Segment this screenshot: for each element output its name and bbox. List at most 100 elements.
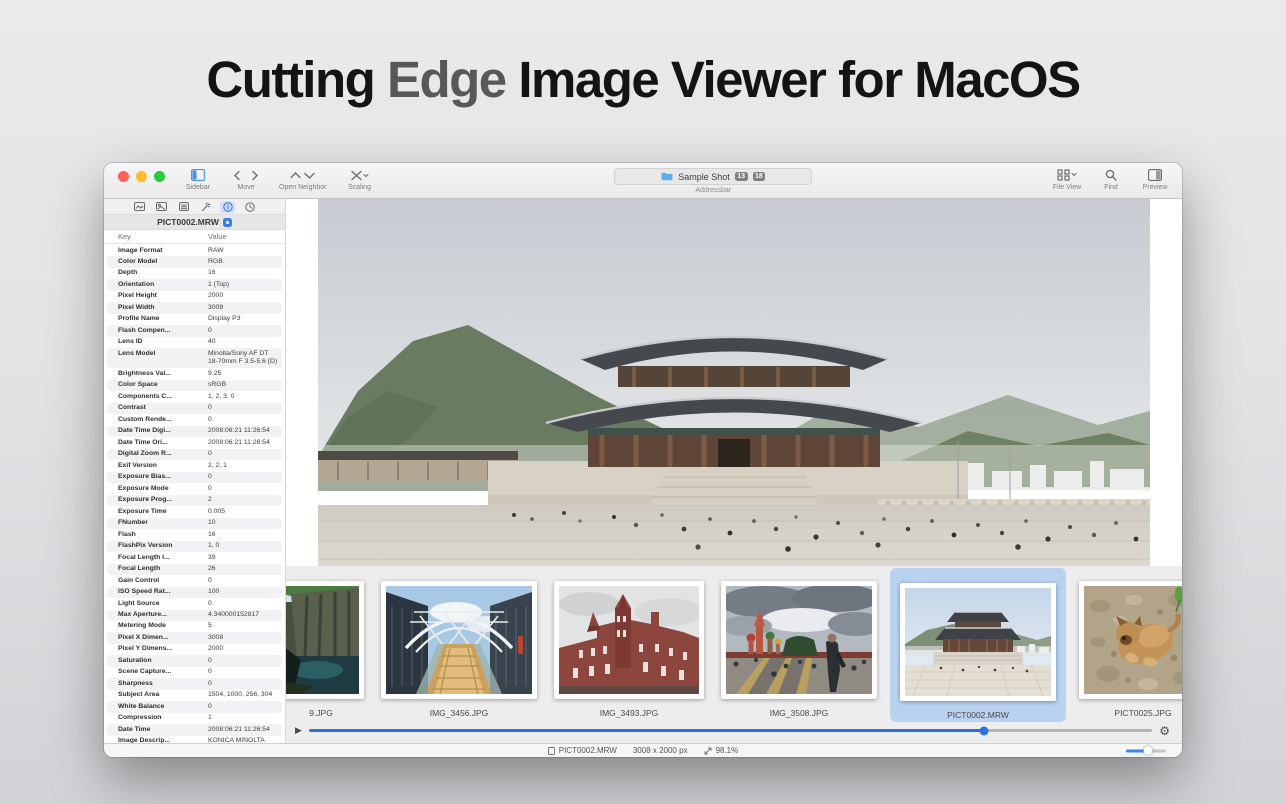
metadata-row[interactable]: Contrast0 (107, 403, 282, 414)
metadata-row[interactable]: Metering Mode5 (107, 621, 282, 632)
metadata-value: 0 (208, 450, 282, 458)
metadata-row[interactable]: FNumber10 (107, 518, 282, 529)
preview-button-label: Preview (1143, 184, 1168, 191)
metadata-row[interactable]: Saturation0 (107, 655, 282, 666)
metadata-row[interactable]: Max Aperture...4.340000152817 (107, 610, 282, 621)
play-icon[interactable]: ▶ (295, 726, 302, 735)
metadata-value: 1, 0 (208, 542, 282, 550)
inspector-filename: PICT0002.MRW (157, 217, 219, 227)
thumbnail-size-slider-knob[interactable] (1144, 746, 1153, 755)
metadata-key: Sharpness (107, 680, 208, 688)
inspector-file-row[interactable]: PICT0002.MRW (104, 215, 285, 230)
zoom-window-button[interactable] (154, 171, 165, 182)
metadata-row[interactable]: Depth16 (107, 268, 282, 279)
metadata-key: Digital Zoom R... (107, 450, 208, 458)
filmstrip-item[interactable]: PICT0025.JPG (1075, 566, 1182, 722)
metadata-row[interactable]: Pixel Y Dimens...2000 (107, 644, 282, 655)
open-neighbor-buttons[interactable]: Open Neighbor (279, 168, 326, 191)
metadata-row[interactable]: Custom Rende...0 (107, 414, 282, 425)
metadata-row[interactable]: Flash Compen...0 (107, 325, 282, 336)
addressbar[interactable]: Sample Shot 13 18 Addressbar (614, 163, 812, 198)
metadata-row[interactable]: Exposure Mode0 (107, 483, 282, 494)
traffic-lights (114, 163, 173, 198)
close-window-button[interactable] (118, 171, 129, 182)
metadata-row[interactable]: Date Time Ori...2008:06:21 11:26:54 (107, 437, 282, 448)
addressbar-badge-right: 18 (753, 172, 766, 181)
metadata-value: 0 (208, 703, 282, 711)
metadata-row[interactable]: Scene Capture...0 (107, 667, 282, 678)
scrubber-knob[interactable] (979, 726, 988, 735)
addressbar-caption: Addressbar (695, 187, 731, 194)
metadata-row[interactable]: Subject Area1504, 1000, 256, 304 (107, 690, 282, 701)
move-buttons[interactable]: Move (231, 168, 261, 191)
metadata-row[interactable]: Compression1 (107, 713, 282, 724)
thumbnail-label: 9.JPG (309, 708, 333, 718)
filmstrip-item[interactable]: PICT0002.MRW (890, 568, 1066, 722)
tab-export-icon[interactable] (132, 201, 147, 213)
metadata-value: 0 (208, 680, 282, 688)
thumbnail-image[interactable] (381, 581, 537, 699)
metadata-row[interactable]: Pixel Width3008 (107, 302, 282, 313)
metadata-value: 2000 (208, 292, 282, 300)
preview-button[interactable]: Preview (1140, 168, 1170, 191)
metadata-row[interactable]: Color SpacesRGB (107, 380, 282, 391)
metadata-value: 100 (208, 588, 282, 596)
metadata-key: Metering Mode (107, 622, 208, 630)
tab-info-icon[interactable] (220, 201, 235, 213)
metadata-row[interactable]: Exposure Prog...2 (107, 495, 282, 506)
thumbnail-image[interactable] (1079, 581, 1182, 699)
toolbar-spacer-left (374, 163, 614, 198)
filmstrip-item[interactable]: IMG_3493.JPG (550, 566, 708, 722)
metadata-row[interactable]: Digital Zoom R...0 (107, 449, 282, 460)
gear-icon[interactable]: ⚙ (1159, 725, 1170, 737)
filmstrip-item[interactable]: IMG_3456.JPG (377, 566, 541, 722)
addressbar-pill[interactable]: Sample Shot 13 18 (614, 168, 812, 185)
metadata-row[interactable]: Gain Control0 (107, 575, 282, 586)
metadata-row[interactable]: Date Time Digi...2008:06:21 11:26:54 (107, 426, 282, 437)
thumbnail-image[interactable] (286, 581, 364, 699)
metadata-row[interactable]: Focal Length I...39 (107, 552, 282, 563)
thumbnail-image[interactable] (721, 581, 877, 699)
tab-list-icon[interactable] (176, 201, 191, 213)
tab-image-icon[interactable] (154, 201, 169, 213)
metadata-row[interactable]: Profile NameDisplay P3 (107, 314, 282, 325)
metadata-row[interactable]: FlashPix Version1, 0 (107, 541, 282, 552)
file-view-button[interactable]: File View (1052, 168, 1082, 191)
metadata-row[interactable]: Focal Length26 (107, 564, 282, 575)
scrubber-track[interactable] (309, 729, 1152, 732)
metadata-row[interactable]: Date Time2008:06:21 11:26:54 (107, 724, 282, 735)
metadata-row[interactable]: Components C...1, 2, 3, 0 (107, 391, 282, 402)
metadata-row[interactable]: White Balance0 (107, 701, 282, 712)
metadata-row[interactable]: Exif Version2, 2, 1 (107, 460, 282, 471)
metadata-row[interactable]: Pixel X Dimen...3008 (107, 632, 282, 643)
metadata-row[interactable]: Sharpness0 (107, 678, 282, 689)
filmstrip-item[interactable]: 9.JPG (286, 566, 368, 722)
find-button[interactable]: Find (1096, 168, 1126, 191)
thumbnail-image[interactable] (554, 581, 704, 699)
metadata-row[interactable]: ISO Speed Rat...100 (107, 587, 282, 598)
metadata-row[interactable]: Lens ID40 (107, 337, 282, 348)
scaling-button[interactable]: Scaling (344, 168, 374, 191)
thumbnail-image[interactable] (900, 583, 1056, 701)
sidebar-toggle-button[interactable]: Sidebar (183, 168, 213, 191)
metadata-value: 16 (208, 531, 282, 539)
metadata-row[interactable]: Orientation1 (Top) (107, 279, 282, 290)
thumbnail-size-slider[interactable] (1126, 749, 1166, 752)
metadata-row[interactable]: Exposure Time0.005 (107, 506, 282, 517)
metadata-row[interactable]: Flash16 (107, 529, 282, 540)
metadata-row[interactable]: Lens ModelMinolta/Sony AF DT 18-70mm F 3… (107, 348, 282, 368)
main-photo[interactable] (318, 199, 1150, 569)
filmstrip-item[interactable]: IMG_3508.JPG (717, 566, 881, 722)
metadata-row[interactable]: Light Source0 (107, 598, 282, 609)
metadata-row[interactable]: Brightness Val...9.25 (107, 368, 282, 379)
tab-history-icon[interactable] (242, 201, 257, 213)
metadata-row[interactable]: Image Descrip...KONICA MINOLTA DIGITAL C… (107, 736, 282, 743)
metadata-row[interactable]: Pixel Height2000 (107, 291, 282, 302)
minimize-window-button[interactable] (136, 171, 147, 182)
metadata-value: Minolta/Sony AF DT 18-70mm F 3.5-5.6 (D) (208, 350, 282, 367)
metadata-row[interactable]: Exposure Bias...0 (107, 472, 282, 483)
metadata-row[interactable]: Image FormatRAW (107, 245, 282, 256)
metadata-row[interactable]: Color ModelRGB (107, 256, 282, 267)
filmstrip-scrubber: ▶ ⚙ (286, 722, 1182, 743)
tab-adjust-icon[interactable] (198, 201, 213, 213)
